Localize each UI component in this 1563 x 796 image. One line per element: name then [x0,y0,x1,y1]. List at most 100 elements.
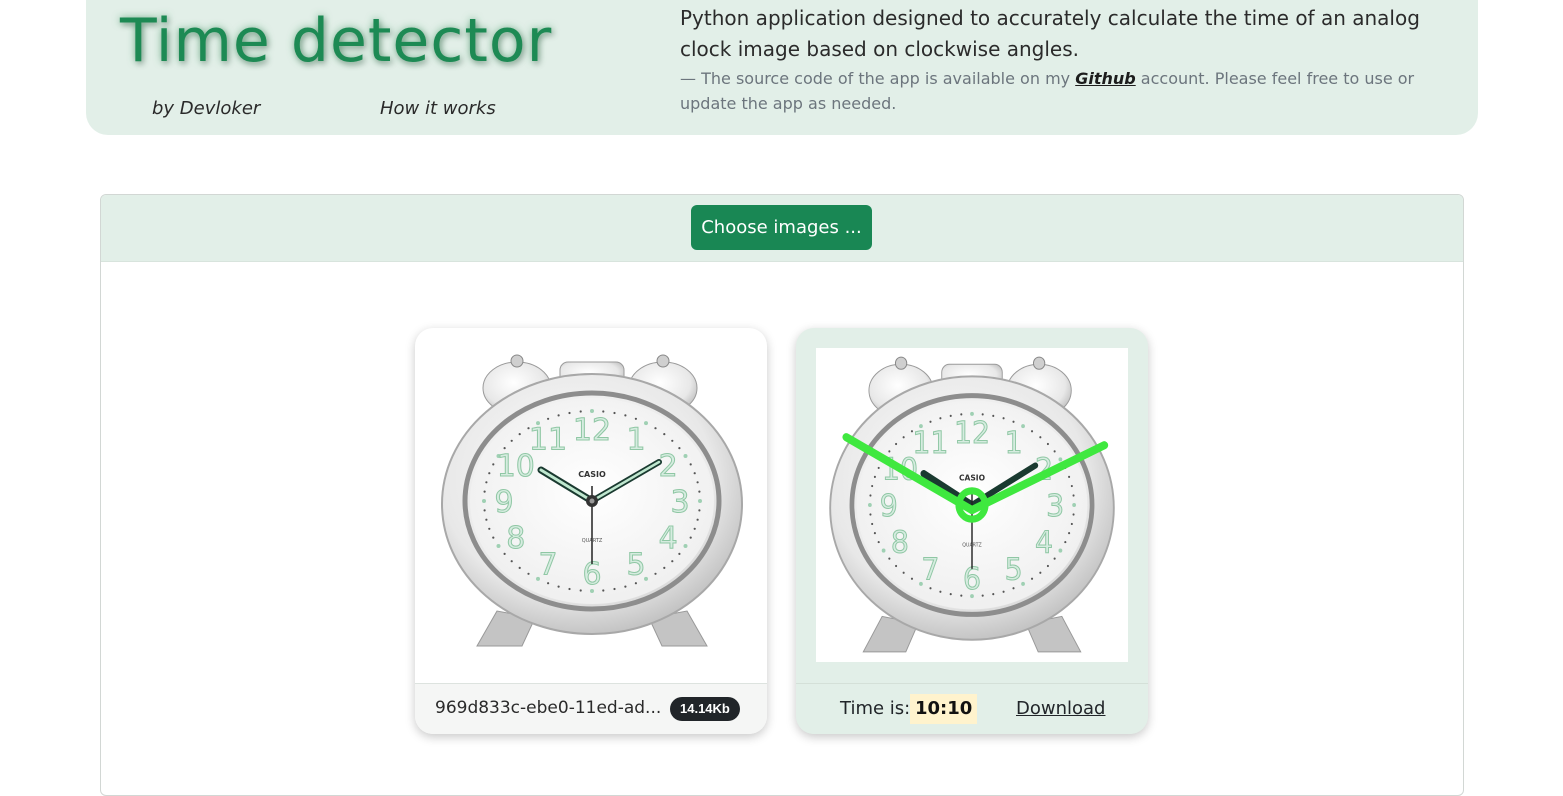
clock-tick [1053,557,1056,560]
clock-tick [949,414,952,417]
clock-tick [895,564,898,568]
clock-tick [693,472,696,475]
clock-tick [634,582,637,585]
result-clock-brand-label: CASIO [959,473,985,482]
clock-tick [510,439,513,442]
download-link[interactable]: Download [1016,698,1105,719]
clock-tick [1070,484,1073,488]
clock-tick [1070,522,1073,526]
clock-tick [871,484,874,488]
result-image-tile: 123456789101112 CASIO QUARTZ Time is: 10… [796,328,1148,734]
clock-numeral: 7 [538,547,557,582]
time-label: Time is: [840,698,911,719]
clock-numeral: 12 [573,413,611,448]
detected-time-value: 10:10 [910,694,978,724]
source-note: — The source code of the app is availabl… [680,66,1470,116]
clock-tick [910,577,914,580]
clock-tick [871,522,874,526]
original-clock-image: 123456789101112 CASIO QUARTZ [441,354,743,647]
clock-tick [1053,450,1056,453]
clock-numeral: 3 [1046,488,1064,523]
clock-tick [547,582,550,585]
clock-tick [1068,475,1071,478]
clock-tick [693,527,696,530]
clock-tick [877,540,880,544]
clock-numeral: 11 [529,423,567,458]
result-clock-image: 123456789101112 CASIO QUARTZ [829,356,1115,653]
clock-tick [873,475,876,478]
clock-numeral: 1 [1005,425,1023,460]
clock-tick [981,594,984,597]
clock-tick [485,481,488,484]
clock-tick [869,494,872,497]
clock-numeral: 7 [921,551,939,586]
clock-tick [683,454,688,458]
original-image-tile: 123456789101112 CASIO QUARTZ 969d833c-eb… [415,328,767,734]
source-dash: — [680,69,702,88]
clock-tick [488,472,491,475]
clock-tick [929,420,932,423]
clock-tick [1068,532,1071,535]
clock-tick [868,502,872,508]
github-link[interactable]: Github [1075,69,1136,88]
clock-tick [557,585,560,588]
clock-tick [482,499,486,503]
clock-tick [663,566,666,569]
source-prefix: The source code of the app is available … [701,69,1076,88]
clock-numeral: 4 [1035,525,1053,560]
clock-tick [496,544,501,548]
clock-tick [877,466,880,470]
clock-tick [1072,513,1075,516]
clock-tick [1039,571,1042,574]
clock-numeral: 12 [954,415,990,450]
clock-tick [1058,457,1063,462]
clock-numeral: 5 [1005,551,1023,586]
app-description: Python application designed to accuratel… [680,6,1420,61]
clock-tick [492,463,495,466]
clock-tick [1046,564,1049,568]
clock-tick [881,548,886,553]
clock-tick [698,509,701,512]
upload-card: Choose images ... [100,194,1464,796]
clock-tick [527,572,530,575]
clock-tick [939,590,942,593]
choose-images-button[interactable]: Choose images ... [691,205,872,250]
clock-tick [678,447,681,450]
clock-tick [634,417,637,420]
clock-tick [557,414,560,417]
clock-tick [568,587,571,591]
clock-tick [895,442,898,446]
clock-tick [568,411,571,415]
clock-numeral: 4 [659,521,678,556]
clock-tick [1064,540,1067,544]
clock-tick [624,585,627,588]
clock-tick [698,499,702,503]
clock-tick [624,414,627,417]
clock-tick [929,587,932,590]
clock-tick [613,587,616,591]
clock-tick [488,527,491,530]
clock-tick [1002,417,1005,420]
clock-numeral: 8 [891,525,909,560]
clock-tick [1072,494,1075,497]
clock-tick [1072,502,1076,508]
clock-numeral: 11 [912,425,948,460]
clock-numeral: 8 [506,521,525,556]
clock-tick [873,532,876,535]
clock-tick [654,427,657,430]
how-it-works-link[interactable]: How it works [380,98,496,119]
clock-tick [1002,590,1005,593]
clock-tick [1012,587,1015,590]
clock-tick [689,536,692,539]
clock-tick [992,414,995,417]
clock-tick [902,571,905,574]
file-name: 969d833c-ebe0-11ed-ad... [435,698,662,718]
clock-tick [671,439,674,442]
clock-tick [483,490,486,493]
clock-tick [485,518,488,521]
clock-tick [1058,548,1063,553]
app-title: Time detector [120,6,553,76]
clock-tick [483,509,486,512]
clock-tick [492,536,495,539]
clock-tick [654,572,657,575]
